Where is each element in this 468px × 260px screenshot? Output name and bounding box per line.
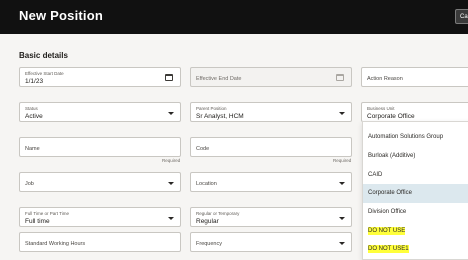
regular-or-temporary-value: Regular bbox=[196, 218, 219, 225]
dropdown-option[interactable]: Automation Solutions Group bbox=[363, 128, 468, 147]
page-title: New Position bbox=[19, 8, 104, 23]
code-required-text: Required bbox=[333, 158, 352, 163]
dropdown-option[interactable]: Burloak (Additive) bbox=[363, 147, 468, 166]
chevron-down-icon[interactable] bbox=[168, 182, 174, 185]
business-unit-value: Corporate Office bbox=[367, 113, 415, 120]
location-select[interactable]: Location bbox=[190, 172, 352, 192]
name-placeholder: Name bbox=[25, 146, 40, 152]
parent-position-select[interactable]: Parent Position Sr Analyst, HCM bbox=[190, 102, 352, 122]
action-reason-field[interactable]: Action Reason bbox=[361, 67, 468, 87]
standard-working-hours-field[interactable]: Standard Working Hours bbox=[19, 232, 181, 252]
business-unit-label: Business Unit bbox=[367, 106, 395, 111]
frequency-placeholder: Frequency bbox=[196, 241, 222, 247]
regular-or-temporary-select[interactable]: Regular or Temporary Regular bbox=[190, 207, 352, 227]
chevron-down-icon[interactable] bbox=[339, 182, 345, 185]
parent-position-label: Parent Position bbox=[196, 106, 227, 111]
action-reason-placeholder: Action Reason bbox=[367, 76, 403, 82]
parent-position-value: Sr Analyst, HCM bbox=[196, 113, 244, 120]
job-select[interactable]: Job bbox=[19, 172, 181, 192]
status-select[interactable]: Status Active bbox=[19, 102, 181, 122]
chevron-down-icon[interactable] bbox=[339, 242, 345, 245]
effective-start-date-field[interactable]: Effective Start Date 1/1/23 bbox=[19, 67, 181, 87]
section-title-basic-details: Basic details bbox=[19, 51, 68, 60]
job-placeholder: Job bbox=[25, 181, 34, 187]
business-unit-dropdown-list: Automation Solutions Group Burloak (Addi… bbox=[362, 121, 468, 260]
effective-end-date-placeholder: Effective End Date bbox=[196, 76, 242, 82]
full-or-part-time-label: Full Time or Part Time bbox=[25, 211, 70, 216]
name-required-text: Required bbox=[162, 158, 181, 163]
page-header: New Position Ca bbox=[0, 0, 468, 34]
dropdown-option[interactable]: DO NOT USE bbox=[363, 222, 468, 241]
dropdown-option[interactable]: Division Office bbox=[363, 203, 468, 222]
business-unit-select[interactable]: Business Unit Corporate Office bbox=[361, 102, 468, 122]
status-label: Status bbox=[25, 106, 38, 111]
code-placeholder: Code bbox=[196, 146, 210, 152]
full-or-part-time-select[interactable]: Full Time or Part Time Full time bbox=[19, 207, 181, 227]
chevron-down-icon[interactable] bbox=[168, 112, 174, 115]
dropdown-option[interactable]: DO NOT USE1 bbox=[363, 240, 468, 259]
code-field[interactable]: Code bbox=[190, 137, 352, 157]
calendar-icon[interactable] bbox=[165, 74, 173, 81]
effective-start-date-value: 1/1/23 bbox=[25, 78, 44, 85]
dropdown-option-selected[interactable]: Corporate Office bbox=[363, 184, 468, 203]
dropdown-option[interactable]: CAID bbox=[363, 166, 468, 185]
highlighted-text: DO NOT USE bbox=[368, 227, 406, 235]
chevron-down-icon[interactable] bbox=[339, 217, 345, 220]
effective-end-date-field[interactable]: Effective End Date bbox=[190, 67, 352, 87]
calendar-icon bbox=[336, 74, 344, 81]
highlighted-text: DO NOT USE1 bbox=[368, 245, 409, 253]
name-field[interactable]: Name bbox=[19, 137, 181, 157]
chevron-down-icon[interactable] bbox=[168, 217, 174, 220]
regular-or-temporary-label: Regular or Temporary bbox=[196, 211, 240, 216]
location-placeholder: Location bbox=[196, 181, 217, 187]
chevron-down-icon[interactable] bbox=[339, 112, 345, 115]
effective-start-date-label: Effective Start Date bbox=[25, 71, 64, 76]
standard-working-hours-placeholder: Standard Working Hours bbox=[25, 241, 86, 247]
status-value: Active bbox=[25, 113, 43, 120]
frequency-select[interactable]: Frequency bbox=[190, 232, 352, 252]
cancel-button[interactable]: Ca bbox=[455, 9, 468, 24]
full-or-part-time-value: Full time bbox=[25, 218, 50, 225]
